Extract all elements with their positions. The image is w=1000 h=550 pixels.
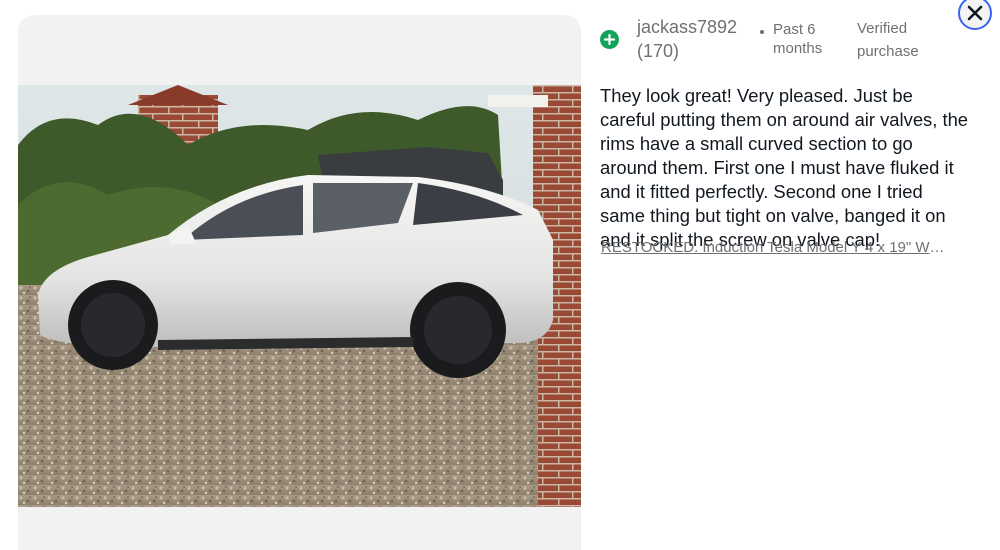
review-photo-panel bbox=[18, 15, 581, 550]
verified-purchase-label: Verified purchase bbox=[857, 20, 919, 60]
reviewer-feedback-count: (170) bbox=[637, 41, 680, 61]
review-photo bbox=[18, 85, 581, 507]
review-text: They look great! Very pleased. Just be c… bbox=[600, 85, 969, 250]
item-link[interactable]: RESTOCKED. Induction Tesla Model Y 4 x 1… bbox=[601, 239, 951, 257]
plus-circle-icon[interactable] bbox=[600, 30, 619, 49]
review-date: Past 6 months bbox=[773, 21, 823, 57]
separator-dot bbox=[760, 30, 764, 34]
reviewer-username[interactable]: jackass7892 bbox=[637, 16, 737, 38]
review-panel: jackass7892 (170) Past 6 months Verified… bbox=[598, 0, 1000, 550]
